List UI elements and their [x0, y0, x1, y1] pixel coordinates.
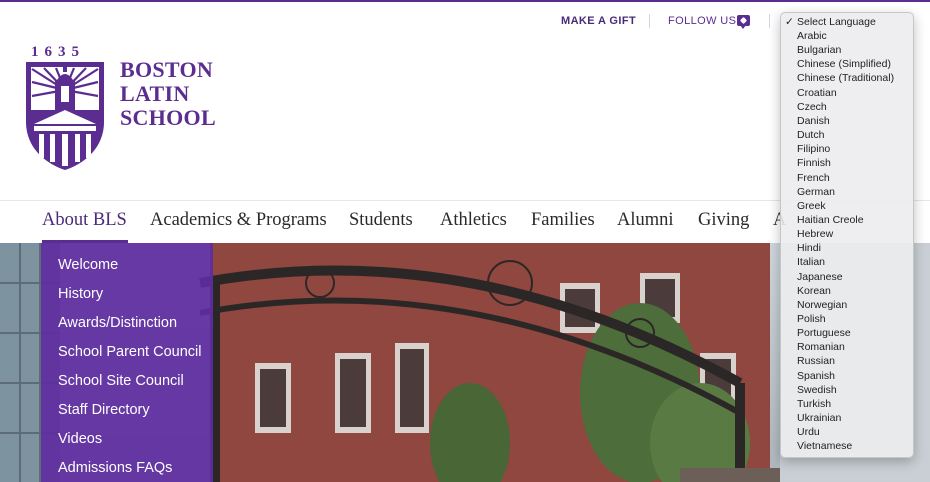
language-option[interactable]: Turkish: [797, 398, 831, 410]
language-option[interactable]: Greek: [797, 200, 826, 212]
language-option[interactable]: Danish: [797, 115, 830, 127]
language-option[interactable]: Filipino: [797, 143, 830, 155]
language-option[interactable]: Arabic: [797, 30, 827, 42]
language-option[interactable]: Chinese (Simplified): [797, 58, 891, 70]
make-a-gift-link[interactable]: MAKE A GIFT: [561, 15, 636, 27]
about-submenu: Welcome History Awards/Distinction Schoo…: [41, 243, 213, 482]
language-option[interactable]: Japanese: [797, 271, 843, 283]
language-option[interactable]: Ukrainian: [797, 412, 841, 424]
utility-divider-2: [769, 14, 770, 28]
language-option[interactable]: Portuguese: [797, 327, 851, 339]
language-option[interactable]: Spanish: [797, 370, 835, 382]
language-option[interactable]: Swedish: [797, 384, 837, 396]
logo-wordmark: BOSTON LATIN SCHOOL: [120, 58, 216, 130]
language-option[interactable]: Hindi: [797, 242, 821, 254]
nav-item-giving[interactable]: Giving: [698, 210, 749, 231]
nav-item-alumni[interactable]: Alumni: [617, 210, 674, 231]
language-option[interactable]: Polish: [797, 313, 826, 325]
language-option[interactable]: Czech: [797, 101, 827, 113]
language-option[interactable]: Italian: [797, 256, 825, 268]
checkmark-icon: ✓: [785, 16, 794, 28]
follow-us-link[interactable]: FOLLOW US: [668, 15, 736, 27]
language-option[interactable]: Romanian: [797, 341, 845, 353]
language-option[interactable]: Norwegian: [797, 299, 847, 311]
language-option[interactable]: Vietnamese: [797, 440, 852, 452]
submenu-item-admissions-faqs[interactable]: Admissions FAQs: [58, 460, 172, 476]
language-option-selected[interactable]: Select Language: [797, 16, 876, 28]
language-option[interactable]: German: [797, 186, 835, 198]
language-option[interactable]: Dutch: [797, 129, 824, 141]
submenu-item-staff-directory[interactable]: Staff Directory: [58, 402, 150, 418]
submenu-item-videos[interactable]: Videos: [58, 431, 102, 447]
top-border: [0, 0, 930, 2]
nav-item-academics-programs[interactable]: Academics & Programs: [150, 210, 327, 231]
language-option[interactable]: Croatian: [797, 87, 837, 99]
language-option[interactable]: Russian: [797, 355, 835, 367]
submenu-item-awards[interactable]: Awards/Distinction: [58, 315, 177, 331]
language-option[interactable]: Urdu: [797, 426, 820, 438]
nav-item-about-bls[interactable]: About BLS: [42, 210, 127, 231]
language-option[interactable]: French: [797, 172, 830, 184]
language-option[interactable]: Chinese (Traditional): [797, 72, 894, 84]
language-option[interactable]: Korean: [797, 285, 831, 297]
logo-line-3: SCHOOL: [120, 105, 216, 130]
language-option[interactable]: Finnish: [797, 157, 831, 169]
language-option[interactable]: Haitian Creole: [797, 214, 864, 226]
nav-item-athletics[interactable]: Athletics: [440, 210, 507, 231]
shield-icon: [26, 62, 104, 170]
language-dropdown[interactable]: ✓ Select Language Arabic Bulgarian Chinese…: [780, 12, 914, 458]
speech-bubble-icon[interactable]: [737, 15, 750, 29]
logo-line-2: LATIN: [120, 81, 190, 106]
school-logo[interactable]: 1635 BOSTON LATIN SCHOOL: [24, 44, 224, 174]
language-option[interactable]: Hebrew: [797, 228, 833, 240]
language-option[interactable]: Bulgarian: [797, 44, 841, 56]
submenu-item-site-council[interactable]: School Site Council: [58, 373, 184, 389]
submenu-item-parent-council[interactable]: School Parent Council: [58, 344, 201, 360]
submenu-item-history[interactable]: History: [58, 286, 103, 302]
logo-line-1: BOSTON: [120, 57, 214, 82]
submenu-item-welcome[interactable]: Welcome: [58, 257, 118, 273]
nav-item-students[interactable]: Students: [349, 210, 413, 231]
page: MAKE A GIFT FOLLOW US 1635 BOSTON LATIN …: [0, 0, 930, 482]
logo-year: 1635: [31, 44, 85, 60]
utility-divider: [649, 14, 650, 28]
nav-item-families[interactable]: Families: [531, 210, 595, 231]
